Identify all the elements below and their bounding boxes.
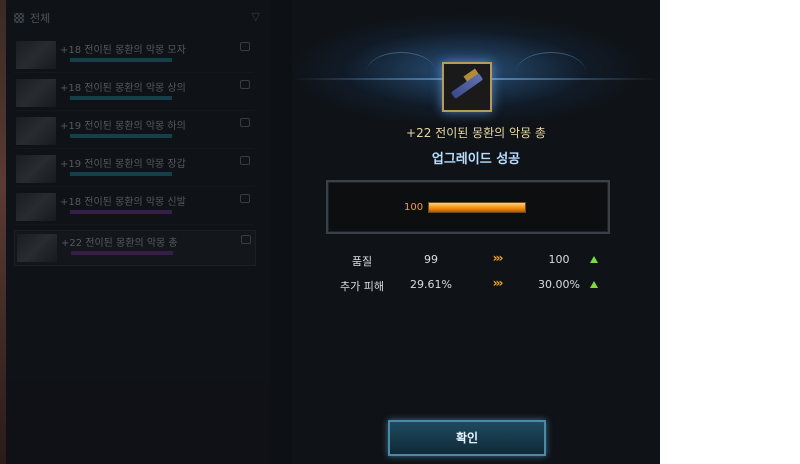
list-item[interactable]: +18 전이된 몽환의 악몽 상의 [14, 76, 254, 111]
gauge-box: 100 [326, 180, 610, 234]
lock-icon [240, 118, 250, 127]
stat-label: 품질 [351, 255, 373, 268]
gauge-track [428, 202, 526, 213]
item-thumbnail [16, 155, 56, 183]
grid-icon [14, 13, 24, 23]
lock-icon [240, 156, 250, 165]
stat-row-quality: 품질 99 ››› 100 [292, 251, 660, 273]
stat-before: 29.61% [410, 278, 452, 291]
list-item-progress [70, 210, 172, 214]
stat-row-additional-damage: 추가 피해 29.61% ››› 30.00% [292, 276, 660, 298]
list-item-name: +18 전이된 몽환의 악몽 모자 [60, 45, 186, 56]
item-thumbnail [16, 117, 56, 145]
list-item[interactable]: +19 전이된 몽환의 악몽 하의 [14, 114, 254, 149]
lock-icon [241, 235, 251, 244]
item-thumbnail [16, 79, 56, 107]
list-item-progress [70, 58, 172, 62]
gauge-value: 100 [404, 202, 424, 213]
stat-after: 30.00% [538, 278, 580, 291]
list-item-name: +18 전이된 몽환의 악몽 신발 [60, 197, 186, 208]
list-item-progress [70, 96, 172, 100]
list-item-progress [70, 134, 172, 138]
item-thumbnail [16, 41, 56, 69]
upgrade-result-panel: +22 전이된 몽환의 악몽 총 업그레이드 성공 100 품질 99 ››› … [292, 0, 660, 464]
list-item-progress [71, 251, 173, 255]
up-arrow-icon [590, 281, 598, 288]
stat-label: 추가 피해 [340, 280, 384, 293]
list-item[interactable]: +19 전이된 몽환의 악몽 장갑 [14, 152, 254, 187]
arrows-icon: ››› [492, 276, 504, 290]
confirm-button[interactable]: 확인 [388, 420, 546, 456]
arrows-icon: ››› [492, 251, 504, 265]
chevron-down-icon[interactable]: ▽ [252, 10, 260, 23]
item-thumbnail [17, 234, 57, 262]
list-item-name: +22 전이된 몽환의 악몽 총 [61, 238, 178, 249]
lock-icon [240, 194, 250, 203]
gauge-fill [429, 203, 525, 212]
game-screen: 전체 ▽ +18 전이된 몽환의 악몽 모자 +18 전이된 몽환의 악몽 상의… [0, 0, 660, 464]
up-arrow-icon [590, 256, 598, 263]
stat-before: 99 [424, 253, 438, 266]
ornament-left [366, 52, 436, 93]
item-thumbnail [16, 193, 56, 221]
list-item-name: +19 전이된 몽환의 악몽 장갑 [60, 159, 186, 170]
list-item[interactable]: +18 전이된 몽환의 악몽 신발 [14, 190, 254, 225]
gun-item-icon [442, 62, 492, 112]
list-item[interactable]: +18 전이된 몽환의 악몽 모자 [14, 38, 254, 73]
list-header-label: 전체 [30, 12, 51, 25]
list-item-selected[interactable]: +22 전이된 몽환의 악몽 총 [14, 230, 256, 266]
stat-after: 100 [548, 253, 570, 266]
lock-icon [240, 80, 250, 89]
item-list-panel: 전체 ▽ +18 전이된 몽환의 악몽 모자 +18 전이된 몽환의 악몽 상의… [6, 0, 270, 464]
list-item-name: +19 전이된 몽환의 악몽 하의 [60, 121, 186, 132]
list-item-name: +18 전이된 몽환의 악몽 상의 [60, 83, 186, 94]
list-header[interactable]: 전체 ▽ [14, 10, 264, 32]
upgrade-status: 업그레이드 성공 [431, 152, 521, 167]
ornament-right [516, 52, 586, 93]
lock-icon [240, 42, 250, 51]
list-item-progress [70, 172, 172, 176]
item-name: +22 전이된 몽환의 악몽 총 [406, 126, 546, 140]
